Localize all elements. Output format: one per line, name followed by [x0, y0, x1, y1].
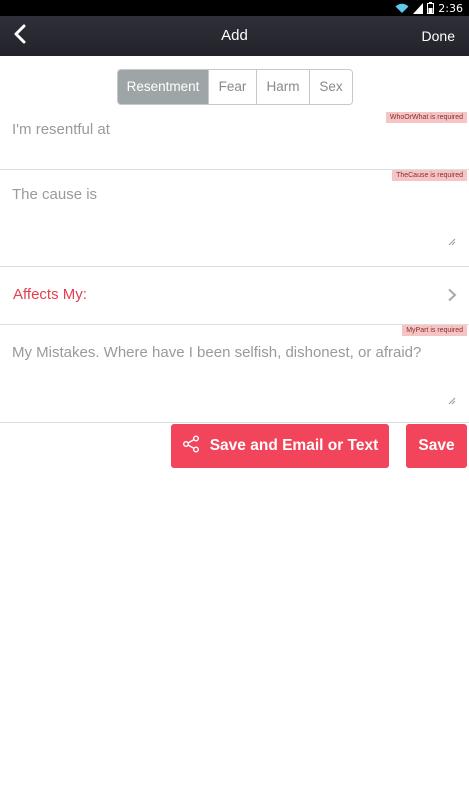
divider	[0, 422, 469, 423]
segment-resentment[interactable]: Resentment	[118, 70, 208, 104]
affects-my-label: Affects My:	[13, 286, 87, 303]
status-time: 2:36	[438, 1, 463, 15]
page-title: Add	[221, 27, 248, 44]
resize-grip-icon[interactable]	[448, 238, 456, 246]
done-button[interactable]: Done	[422, 16, 455, 56]
category-segmented-control: Resentment Fear Harm Sex	[117, 69, 353, 105]
who-input[interactable]: I'm resentful at	[12, 121, 110, 138]
resize-grip-icon[interactable]	[448, 397, 456, 405]
segment-harm[interactable]: Harm	[256, 70, 309, 104]
battery-icon	[427, 2, 435, 14]
mistakes-required-badge: MyPart is required	[402, 325, 467, 336]
save-button[interactable]: Save	[406, 424, 467, 468]
who-required-badge: WhoOrWhat is required	[385, 112, 467, 123]
mistakes-textarea[interactable]: My Mistakes. Where have I been selfish, …	[12, 344, 462, 361]
divider	[0, 266, 469, 267]
divider	[0, 324, 469, 325]
signal-icon	[413, 2, 424, 14]
chevron-left-icon	[13, 24, 27, 49]
save-and-email-label: Save and Email or Text	[209, 437, 379, 454]
cause-required-badge: TheCause is required	[392, 170, 467, 181]
status-icons: 2:36	[395, 1, 463, 15]
save-and-email-button[interactable]: Save and Email or Text	[171, 424, 389, 468]
segment-sex[interactable]: Sex	[309, 70, 352, 104]
nav-bar: Add Done	[0, 16, 469, 56]
status-bar: 2:36	[0, 0, 469, 16]
segment-fear[interactable]: Fear	[208, 70, 256, 104]
share-icon	[182, 435, 200, 458]
back-button[interactable]	[6, 22, 34, 50]
affects-my-row[interactable]: Affects My:	[0, 268, 469, 324]
cause-textarea[interactable]: The cause is	[12, 186, 97, 203]
wifi-icon	[395, 3, 409, 14]
chevron-right-icon	[448, 288, 457, 302]
